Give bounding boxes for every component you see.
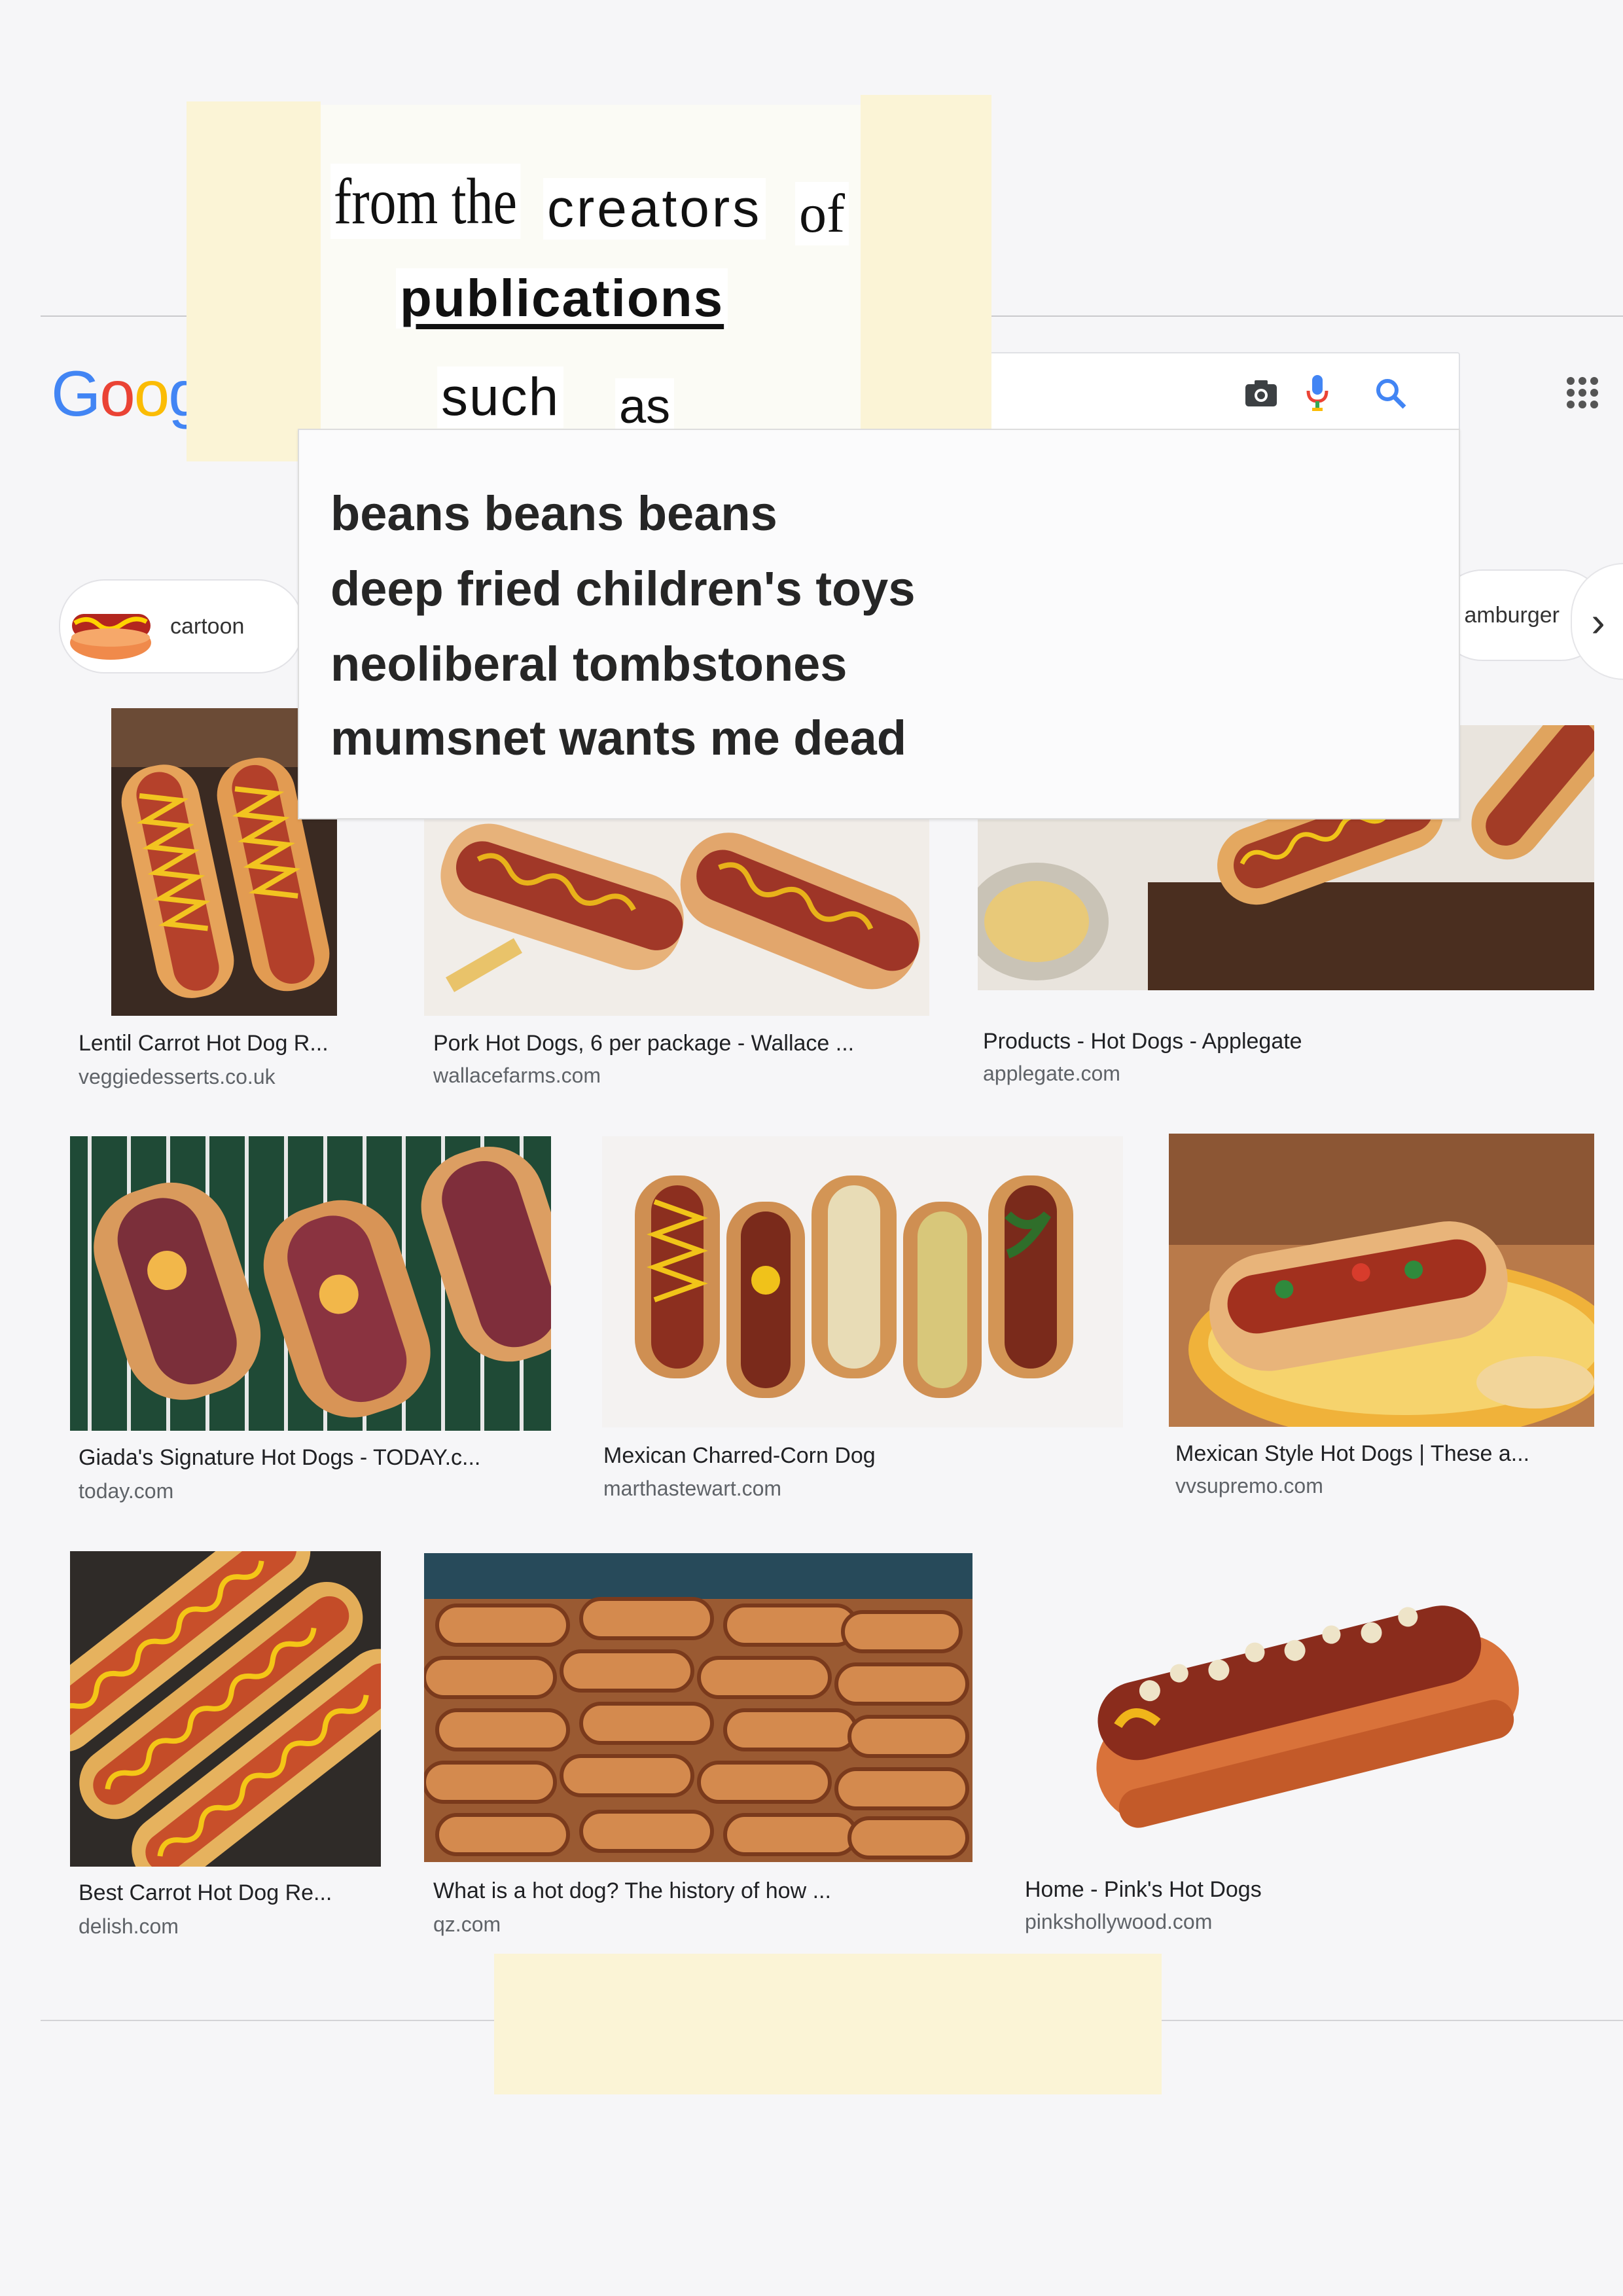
result-thumbnail[interactable]	[602, 1136, 1123, 1427]
result-thumbnail[interactable]	[424, 1553, 972, 1862]
result-title[interactable]: Pork Hot Dogs, 6 per package - Wallace .…	[433, 1031, 854, 1056]
collage-word: creators	[543, 178, 766, 240]
tape-strip	[187, 101, 321, 461]
result-title[interactable]: Products - Hot Dogs - Applegate	[983, 1029, 1302, 1054]
search-icon[interactable]	[1372, 375, 1409, 412]
apps-icon[interactable]	[1567, 377, 1598, 408]
collage-word: publications	[396, 268, 728, 329]
chip-cartoon[interactable]: cartoon	[59, 579, 304, 673]
result-source: veggiedesserts.co.uk	[79, 1065, 276, 1088]
logo-letter: o	[99, 357, 135, 429]
hot-dog-icon	[70, 614, 151, 660]
result-source: qz.com	[433, 1912, 501, 1936]
suggestion-item[interactable]: beans beans beans	[330, 486, 777, 541]
logo-letter: G	[51, 357, 101, 429]
suggestion-item[interactable]: mumsnet wants me dead	[330, 710, 906, 766]
result-title[interactable]: Mexican Style Hot Dogs | These a...	[1175, 1441, 1529, 1467]
result-thumbnail[interactable]	[1169, 1134, 1594, 1427]
result-title[interactable]: Best Carrot Hot Dog Re...	[79, 1880, 332, 1906]
result-title[interactable]: Giada's Signature Hot Dogs - TODAY.c...	[79, 1445, 480, 1471]
collage-word: as	[615, 378, 675, 434]
tape-strip	[494, 1954, 1162, 2094]
chip-label: cartoon	[170, 613, 245, 639]
result-thumbnail[interactable]	[70, 1136, 551, 1431]
result-source: vvsupremo.com	[1175, 1474, 1323, 1498]
microphone-icon[interactable]	[1299, 375, 1336, 412]
tape-strip	[861, 95, 991, 458]
result-source: today.com	[79, 1479, 174, 1503]
result-title[interactable]: Mexican Charred-Corn Dog	[603, 1443, 876, 1469]
result-source: applegate.com	[983, 1062, 1120, 1085]
result-source: wallacefarms.com	[433, 1064, 601, 1087]
result-thumbnail[interactable]	[1060, 1564, 1531, 1839]
result-title[interactable]: Home - Pink's Hot Dogs	[1025, 1877, 1262, 1903]
camera-icon[interactable]	[1243, 375, 1279, 412]
suggestion-item[interactable]: neoliberal tombstones	[330, 636, 847, 692]
collage-word: of	[795, 182, 849, 245]
result-title[interactable]: What is a hot dog? The history of how ..…	[433, 1878, 831, 1904]
result-thumbnail[interactable]	[424, 819, 929, 1016]
chip-label: amburger	[1464, 602, 1560, 628]
result-title[interactable]: Lentil Carrot Hot Dog R...	[79, 1031, 329, 1056]
suggestion-item[interactable]: deep fried children's toys	[330, 561, 916, 617]
logo-letter: o	[134, 357, 169, 429]
result-source: pinkshollywood.com	[1025, 1910, 1213, 1933]
result-source: delish.com	[79, 1914, 179, 1938]
result-thumbnail[interactable]	[70, 1551, 381, 1867]
result-source: marthastewart.com	[603, 1477, 782, 1500]
collage-word: such	[437, 367, 564, 428]
collage-word: from the	[330, 164, 520, 239]
